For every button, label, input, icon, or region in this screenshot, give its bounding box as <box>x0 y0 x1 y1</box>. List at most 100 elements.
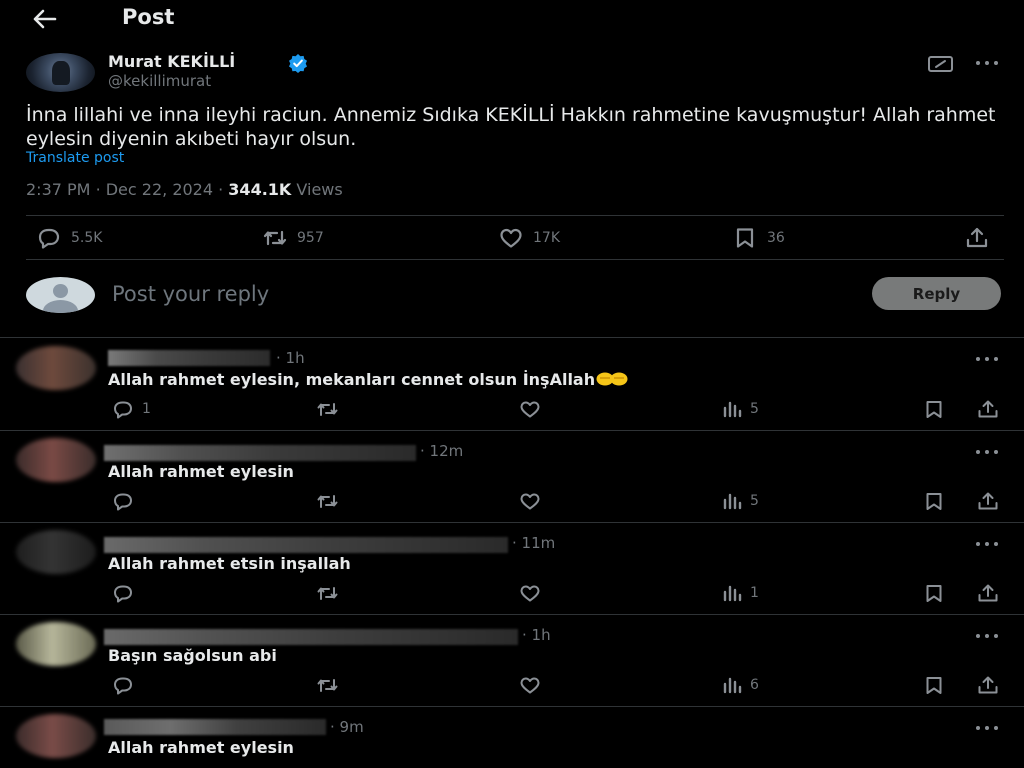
repost-count: 957 <box>297 230 324 246</box>
bar-chart-icon <box>723 585 742 602</box>
reply-icon <box>38 228 60 249</box>
translate-post-link[interactable]: Translate post <box>26 150 124 166</box>
reply-more-button[interactable] <box>973 442 1003 462</box>
bookmark-stat-button[interactable]: 36 <box>732 226 785 250</box>
like-stat-button[interactable] <box>518 675 548 695</box>
reply-avatar[interactable] <box>16 346 96 390</box>
reply-stat-button[interactable] <box>112 583 142 603</box>
post-more-button[interactable] <box>973 53 1003 73</box>
repost-stat-button[interactable]: 957 <box>262 226 324 250</box>
views-stat-button[interactable]: 5 <box>720 491 759 511</box>
bookmark-icon <box>736 228 754 248</box>
reply-input[interactable] <box>112 279 812 309</box>
reply-time[interactable]: · 1h <box>276 349 305 367</box>
repost-stat-button[interactable] <box>316 675 346 695</box>
repost-icon <box>317 403 338 416</box>
back-button[interactable] <box>28 6 60 32</box>
reply-stat-button[interactable]: 5.5K <box>36 226 102 250</box>
share-icon <box>978 676 998 694</box>
share-button[interactable] <box>964 226 990 250</box>
reply-text: Allah rahmet eylesin <box>108 462 294 481</box>
blurred-username <box>108 350 270 366</box>
reply-stat-button[interactable] <box>112 491 142 511</box>
share-icon <box>978 492 998 510</box>
reply-avatar[interactable] <box>16 530 96 574</box>
meta-separator: · <box>218 180 229 199</box>
reply-avatar[interactable] <box>16 622 96 666</box>
views-count: 344.1K <box>228 180 292 199</box>
blurred-username <box>104 445 416 461</box>
repost-stat-button[interactable] <box>316 399 346 419</box>
reply-time[interactable]: · 11m <box>512 534 555 552</box>
bookmark-button[interactable] <box>922 491 946 511</box>
bookmark-icon <box>926 401 942 418</box>
share-icon <box>978 400 998 418</box>
author-handle[interactable]: @kekillimurat <box>108 72 211 90</box>
views-stat-button[interactable]: 6 <box>720 675 759 695</box>
views-stat-button[interactable]: 1 <box>720 583 759 603</box>
share-icon <box>978 584 998 602</box>
top-bar: Post <box>0 0 1024 40</box>
reply-avatar[interactable] <box>16 714 96 758</box>
divider <box>0 337 1024 338</box>
blurred-username <box>104 629 518 645</box>
post-time[interactable]: 2:37 PM <box>26 180 90 199</box>
reply-icon <box>114 401 132 419</box>
reply-more-button[interactable] <box>973 718 1003 738</box>
like-stat-button[interactable]: 17K <box>498 226 560 250</box>
post-date[interactable]: Dec 22, 2024 <box>106 180 213 199</box>
divider <box>26 259 1004 260</box>
bar-chart-icon <box>723 493 742 510</box>
reply-stat-button[interactable] <box>112 675 142 695</box>
like-stat-button[interactable] <box>518 583 548 603</box>
post-meta: 2:37 PM · Dec 22, 2024 · 344.1K Views <box>26 180 343 199</box>
reply-text: Allah rahmet eylesin <box>108 738 294 757</box>
reply-icon <box>114 677 132 695</box>
bookmark-button[interactable] <box>922 675 946 695</box>
heart-icon <box>520 677 540 694</box>
reply-text: Başın sağolsun abi <box>108 646 277 665</box>
views-count: 5 <box>750 401 759 417</box>
views-stat-button[interactable]: 5 <box>720 399 759 419</box>
repost-stat-button[interactable] <box>316 491 346 511</box>
reply-more-button[interactable] <box>973 534 1003 554</box>
share-icon <box>966 227 988 248</box>
reply-time[interactable]: · 9m <box>330 718 364 736</box>
reply-stat-button[interactable]: 1 <box>112 399 151 419</box>
bookmark-button[interactable] <box>922 583 946 603</box>
reply-button[interactable]: Reply <box>872 277 1001 310</box>
author-avatar[interactable] <box>26 53 95 92</box>
reply-more-button[interactable] <box>973 349 1003 369</box>
reply-more-button[interactable] <box>973 626 1003 646</box>
page-title: Post <box>122 5 175 29</box>
reply-avatar[interactable] <box>16 438 96 482</box>
repost-icon <box>317 587 338 600</box>
bar-chart-icon <box>723 401 742 418</box>
repost-stat-button[interactable] <box>316 583 346 603</box>
like-stat-button[interactable] <box>518 399 548 419</box>
reply-count: 1 <box>142 401 151 417</box>
post-text: İnna lillahi ve inna ileyhi raciun. Anne… <box>26 104 996 150</box>
grok-icon <box>928 56 953 72</box>
share-button[interactable] <box>976 491 1000 511</box>
reply-text: Allah rahmet eylesin, mekanları cennet o… <box>108 370 629 389</box>
reply-time[interactable]: · 12m <box>420 442 463 460</box>
grok-button[interactable] <box>926 53 956 75</box>
divider <box>0 614 1024 615</box>
open-hands-icon <box>596 372 628 386</box>
divider <box>0 430 1024 431</box>
views-label: Views <box>296 180 343 199</box>
share-button[interactable] <box>976 675 1000 695</box>
post-detail-page: Post Murat KEKİLLİ @kekillimurat İnna li… <box>0 0 1024 768</box>
blurred-username <box>104 537 508 553</box>
reply-time[interactable]: · 1h <box>522 626 551 644</box>
views-count: 5 <box>750 493 759 509</box>
like-stat-button[interactable] <box>518 491 548 511</box>
bookmark-count: 36 <box>767 230 785 246</box>
divider <box>26 215 1004 216</box>
repost-icon <box>317 495 338 508</box>
share-button[interactable] <box>976 583 1000 603</box>
bookmark-button[interactable] <box>922 399 946 419</box>
author-name[interactable]: Murat KEKİLLİ <box>108 52 235 71</box>
share-button[interactable] <box>976 399 1000 419</box>
